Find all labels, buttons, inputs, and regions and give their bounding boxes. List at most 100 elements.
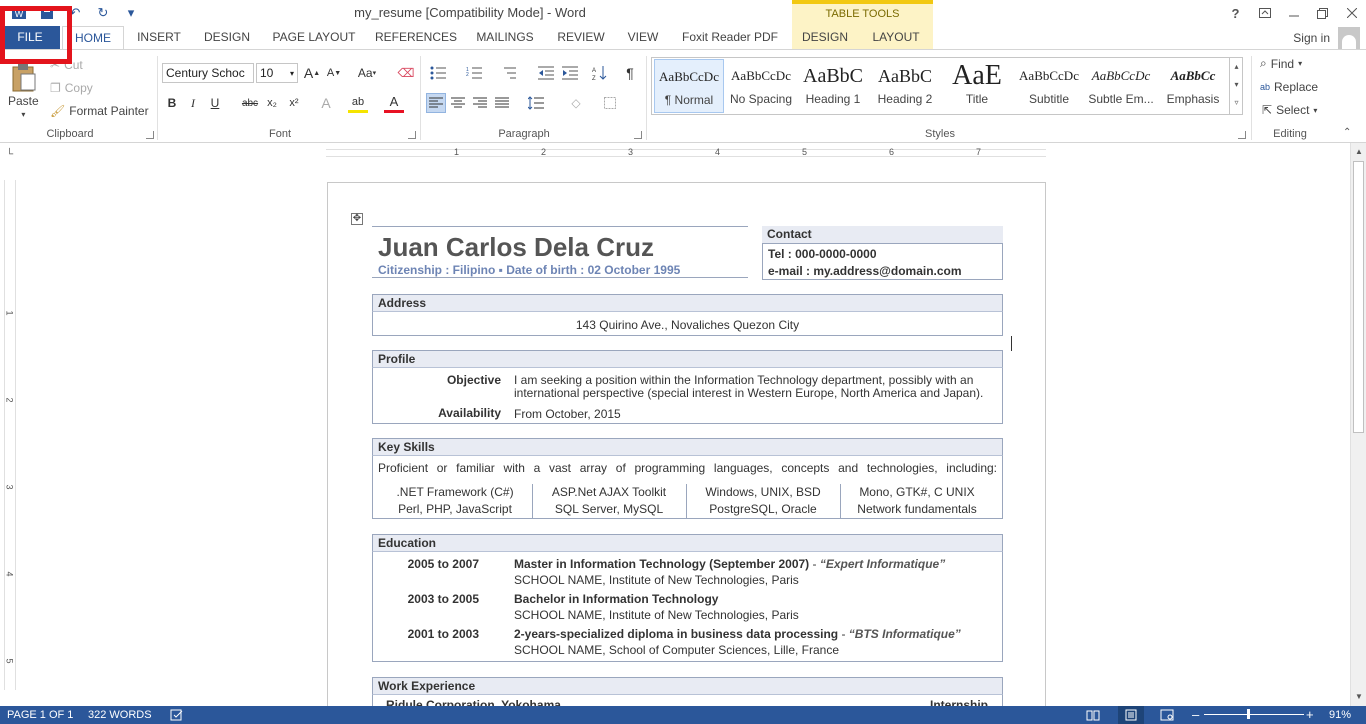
education-degree-line[interactable]: 2-years-specialized diploma in business … xyxy=(514,627,961,641)
multilevel-list-icon[interactable] xyxy=(498,63,518,83)
tab-references[interactable]: REFERENCES xyxy=(374,26,458,50)
skill-item[interactable]: Mono, GTK#, C UNIX xyxy=(840,485,994,499)
work-company[interactable]: Ridule Corporation, Yokohama xyxy=(386,698,561,706)
style-heading-1[interactable]: AaBbC Heading 1 xyxy=(798,59,868,113)
style-normal[interactable]: AaBbCcDc ¶ Normal xyxy=(654,59,724,113)
vertical-ruler[interactable]: 1 2 3 4 5 xyxy=(4,180,16,690)
clear-formatting-icon[interactable]: ⌫ xyxy=(396,63,416,83)
shading-icon[interactable]: ◇ xyxy=(566,93,586,113)
work-header[interactable]: Work Experience xyxy=(372,677,1003,695)
minimize-icon[interactable] xyxy=(1279,0,1308,26)
subscript-button[interactable]: x₂ xyxy=(262,93,282,113)
show-formatting-marks-icon[interactable]: ¶ xyxy=(620,63,640,83)
web-layout-icon[interactable] xyxy=(1160,709,1174,724)
tab-page-layout[interactable]: PAGE LAYOUT xyxy=(268,26,360,50)
paste-dropdown-icon[interactable]: ▾ xyxy=(21,110,25,119)
highlight-button[interactable]: ab xyxy=(348,93,368,113)
education-header[interactable]: Education xyxy=(372,534,1003,552)
underline-button[interactable]: U xyxy=(205,93,225,113)
chevron-up-icon[interactable]: ▴ xyxy=(1230,58,1243,76)
resume-name[interactable]: Juan Carlos Dela Cruz xyxy=(378,232,654,263)
bold-button[interactable]: B xyxy=(162,93,182,113)
page-count[interactable]: PAGE 1 OF 1 xyxy=(7,709,73,721)
style-subtitle[interactable]: AaBbCcDc Subtitle xyxy=(1014,59,1084,113)
availability-value[interactable]: From October, 2015 xyxy=(514,407,621,421)
find-button[interactable]: ⌕ Find ▾ xyxy=(1260,56,1302,71)
zoom-slider[interactable] xyxy=(1204,714,1304,715)
tab-table-layout[interactable]: LAYOUT xyxy=(866,26,926,50)
sign-in-label[interactable]: Sign in xyxy=(1293,31,1330,45)
skill-item[interactable]: Windows, UNIX, BSD xyxy=(686,485,840,499)
style-title[interactable]: AaE Title xyxy=(942,59,1012,113)
vertical-scrollbar[interactable]: ▲ ▼ xyxy=(1350,143,1366,706)
address-value[interactable]: 143 Quirino Ave., Novaliches Quezon City xyxy=(372,318,1003,332)
sort-icon[interactable]: AZ xyxy=(590,63,610,83)
text-effects-button[interactable]: A xyxy=(316,93,336,113)
numbering-icon[interactable]: 12 xyxy=(464,63,484,83)
contact-tel[interactable]: Tel : 000-0000-0000 xyxy=(768,247,877,261)
tab-view[interactable]: VIEW xyxy=(622,26,664,50)
style-emphasis[interactable]: AaBbCc Emphasis xyxy=(1158,59,1228,113)
education-school[interactable]: SCHOOL NAME, Institute of New Technologi… xyxy=(514,573,799,587)
word-count[interactable]: 322 WORDS xyxy=(88,709,152,721)
education-school[interactable]: SCHOOL NAME, Institute of New Technologi… xyxy=(514,608,799,622)
save-icon[interactable] xyxy=(36,2,58,24)
zoom-out-button[interactable]: – xyxy=(1192,707,1199,722)
undo-icon[interactable]: ↶ xyxy=(64,2,86,24)
line-spacing-icon[interactable] xyxy=(526,93,546,113)
word-logo-icon[interactable]: W xyxy=(8,2,30,24)
print-layout-icon[interactable] xyxy=(1118,706,1144,724)
copy-button[interactable]: ❐ Copy xyxy=(50,81,93,95)
tab-design[interactable]: DESIGN xyxy=(200,26,254,50)
italic-button[interactable]: I xyxy=(183,93,203,113)
align-left-icon[interactable] xyxy=(426,93,446,113)
more-styles-icon[interactable]: ▿ xyxy=(1230,94,1243,112)
education-degree-line[interactable]: Master in Information Technology (Septem… xyxy=(514,557,945,571)
styles-scroll[interactable]: ▴ ▾ ▿ xyxy=(1229,58,1243,114)
zoom-in-button[interactable]: + xyxy=(1306,707,1314,722)
shrink-font-button[interactable]: A ▼ xyxy=(324,63,344,83)
select-button[interactable]: ⇱ Select ▾ xyxy=(1262,103,1317,117)
scroll-thumb[interactable] xyxy=(1353,161,1364,433)
tab-home[interactable]: HOME xyxy=(62,26,124,51)
avatar[interactable] xyxy=(1338,27,1360,49)
close-icon[interactable] xyxy=(1337,0,1366,26)
style-subtle-emphasis[interactable]: AaBbCcDc Subtle Em... xyxy=(1086,59,1156,113)
clipboard-launcher-icon[interactable] xyxy=(146,131,154,139)
style-no-spacing[interactable]: AaBbCcDc No Spacing xyxy=(726,59,796,113)
grow-font-button[interactable]: A ▲ xyxy=(302,63,322,83)
collapse-ribbon-icon[interactable]: ⌃ xyxy=(1343,127,1351,138)
format-painter-button[interactable]: 🖌 Format Painter xyxy=(50,104,149,118)
tab-table-design[interactable]: DESIGN xyxy=(796,26,854,50)
skill-item[interactable]: Perl, PHP, JavaScript xyxy=(378,502,532,516)
chevron-down-icon[interactable]: ▾ xyxy=(1230,76,1243,94)
tab-mailings[interactable]: MAILINGS xyxy=(472,26,538,50)
skills-intro[interactable]: Proficient or familiar with a vast array… xyxy=(378,461,997,475)
font-launcher-icon[interactable] xyxy=(408,131,416,139)
paste-button[interactable]: Paste ▾ xyxy=(8,62,39,119)
sign-in[interactable]: Sign in xyxy=(1293,26,1360,50)
profile-header[interactable]: Profile xyxy=(372,350,1003,368)
align-right-icon[interactable] xyxy=(470,93,490,113)
justify-icon[interactable] xyxy=(492,93,512,113)
ribbon-display-options-icon[interactable] xyxy=(1250,0,1279,26)
skill-item[interactable]: Network fundamentals xyxy=(840,502,994,516)
work-role[interactable]: Internship xyxy=(930,698,988,706)
style-heading-2[interactable]: AaBbC Heading 2 xyxy=(870,59,940,113)
tab-foxit-reader-pdf[interactable]: Foxit Reader PDF xyxy=(680,26,780,50)
zoom-level[interactable]: 91% xyxy=(1329,709,1351,721)
increase-indent-icon[interactable] xyxy=(560,63,580,83)
help-button[interactable]: ? xyxy=(1221,0,1250,26)
restore-icon[interactable] xyxy=(1308,0,1337,26)
horizontal-ruler[interactable]: 1 2 3 4 5 6 7 xyxy=(326,147,1046,159)
objective-line-2[interactable]: international perspective (special inter… xyxy=(514,386,983,400)
skill-item[interactable]: ASP.Net AJAX Toolkit xyxy=(532,485,686,499)
skill-item[interactable]: SQL Server, MySQL xyxy=(532,502,686,516)
superscript-button[interactable]: x² xyxy=(284,93,304,113)
education-school[interactable]: SCHOOL NAME, School of Computer Sciences… xyxy=(514,643,839,657)
change-case-button[interactable]: Aa ▾ xyxy=(354,63,380,83)
redo-icon[interactable]: ↻ xyxy=(92,2,114,24)
education-degree-line[interactable]: Bachelor in Information Technology xyxy=(514,592,718,606)
table-move-handle-icon[interactable]: ✥ xyxy=(351,213,363,225)
objective-line-1[interactable]: I am seeking a position within the Infor… xyxy=(514,373,973,387)
